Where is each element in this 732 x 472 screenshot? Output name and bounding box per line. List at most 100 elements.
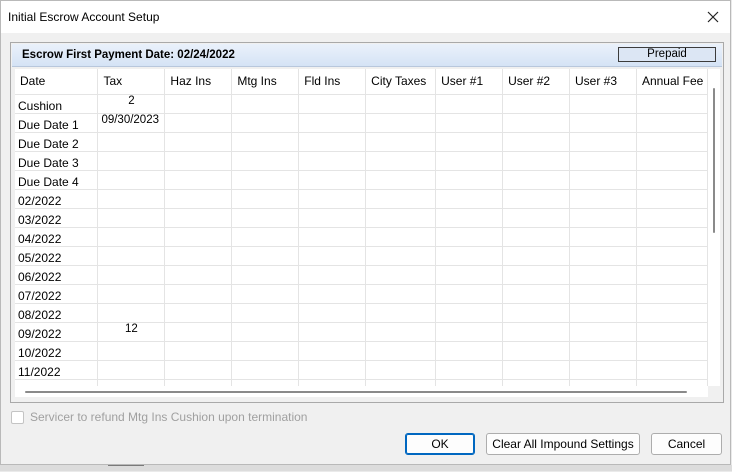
grid-cell[interactable] <box>435 189 504 209</box>
grid-cell[interactable] <box>231 151 300 171</box>
grid-cell[interactable] <box>569 284 637 304</box>
grid-cell[interactable] <box>636 265 708 285</box>
grid-cell[interactable] <box>365 132 437 152</box>
grid-cell[interactable] <box>365 113 437 133</box>
vertical-scroll-thumb[interactable] <box>713 88 715 233</box>
grid-cell[interactable] <box>435 227 504 247</box>
grid-cell[interactable] <box>636 113 708 133</box>
grid-cell[interactable] <box>502 94 571 114</box>
grid-cell[interactable] <box>569 151 637 171</box>
grid-cell[interactable] <box>569 94 637 114</box>
grid-cell[interactable] <box>231 113 300 133</box>
grid-cell[interactable] <box>231 94 300 114</box>
grid-cell[interactable] <box>569 360 637 380</box>
grid-cell[interactable] <box>97 265 166 285</box>
horizontal-scrollbar[interactable] <box>15 386 708 397</box>
grid-cell[interactable] <box>164 379 233 386</box>
column-header[interactable]: City Taxes <box>365 69 437 95</box>
grid-cell[interactable] <box>502 113 571 133</box>
grid-cell[interactable] <box>365 151 437 171</box>
grid-cell[interactable] <box>435 360 504 380</box>
grid-cell[interactable] <box>97 303 166 323</box>
grid-cell[interactable] <box>365 189 437 209</box>
grid-cell[interactable] <box>164 189 233 209</box>
grid-cell[interactable] <box>636 322 708 342</box>
grid-cell[interactable] <box>298 284 367 304</box>
grid-cell[interactable] <box>365 170 437 190</box>
grid-cell[interactable] <box>435 322 504 342</box>
grid-cell[interactable] <box>164 265 233 285</box>
column-header[interactable]: Fld Ins <box>298 69 367 95</box>
column-header[interactable]: Mtg Ins <box>231 69 300 95</box>
grid-cell[interactable] <box>435 208 504 228</box>
grid-cell[interactable] <box>231 265 300 285</box>
grid-cell[interactable] <box>97 284 166 304</box>
grid-cell[interactable] <box>164 341 233 361</box>
grid-cell[interactable] <box>231 246 300 266</box>
grid-cell[interactable] <box>435 94 504 114</box>
column-header[interactable]: Date <box>15 69 99 95</box>
grid-cell[interactable] <box>502 208 571 228</box>
grid-cell[interactable] <box>97 189 166 209</box>
grid-cell[interactable] <box>502 284 571 304</box>
grid-cell[interactable] <box>298 379 367 386</box>
grid-cell[interactable] <box>298 360 367 380</box>
grid-cell[interactable] <box>569 113 637 133</box>
grid-cell[interactable] <box>435 265 504 285</box>
grid-cell[interactable]: 12 <box>97 322 166 342</box>
grid-cell[interactable] <box>298 132 367 152</box>
grid-cell[interactable] <box>435 303 504 323</box>
grid-cell[interactable] <box>97 227 166 247</box>
grid-cell[interactable] <box>435 284 504 304</box>
grid-cell[interactable] <box>636 341 708 361</box>
grid-cell[interactable] <box>569 379 637 386</box>
grid-cell[interactable] <box>636 132 708 152</box>
grid-cell[interactable] <box>231 303 300 323</box>
grid-cell[interactable] <box>636 360 708 380</box>
grid-cell[interactable] <box>636 151 708 171</box>
grid-cell[interactable] <box>365 360 437 380</box>
grid-cell[interactable] <box>231 189 300 209</box>
grid-cell[interactable] <box>365 341 437 361</box>
grid-cell[interactable] <box>164 132 233 152</box>
grid-cell[interactable] <box>435 341 504 361</box>
prepaid-button[interactable]: Prepaid <box>618 47 716 62</box>
grid-cell[interactable] <box>502 227 571 247</box>
column-header[interactable]: Tax <box>97 69 166 95</box>
grid-cell[interactable] <box>298 94 367 114</box>
grid-cell[interactable] <box>298 170 367 190</box>
grid-cell[interactable] <box>164 113 233 133</box>
grid-cell[interactable] <box>569 170 637 190</box>
grid-cell[interactable] <box>97 360 166 380</box>
grid-cell[interactable] <box>164 360 233 380</box>
grid-cell[interactable] <box>502 303 571 323</box>
grid-cell[interactable] <box>97 379 166 386</box>
grid-cell[interactable] <box>231 208 300 228</box>
grid-cell[interactable] <box>569 189 637 209</box>
grid-cell[interactable] <box>569 303 637 323</box>
column-header[interactable]: User #2 <box>502 69 571 95</box>
grid-cell[interactable] <box>231 341 300 361</box>
grid-cell[interactable] <box>365 208 437 228</box>
ok-button[interactable]: OK <box>405 433 475 455</box>
grid-cell[interactable] <box>97 208 166 228</box>
grid-cell[interactable] <box>502 360 571 380</box>
grid-cell[interactable] <box>164 227 233 247</box>
grid-cell[interactable] <box>97 341 166 361</box>
grid-cell[interactable] <box>365 284 437 304</box>
grid-cell[interactable] <box>298 341 367 361</box>
grid-cell[interactable] <box>569 208 637 228</box>
grid-cell[interactable] <box>435 246 504 266</box>
horizontal-scroll-thumb[interactable] <box>25 391 687 393</box>
grid-cell[interactable] <box>298 322 367 342</box>
grid-cell[interactable] <box>231 360 300 380</box>
grid-cell[interactable] <box>298 265 367 285</box>
grid-cell[interactable] <box>502 132 571 152</box>
column-header[interactable]: Haz Ins <box>164 69 233 95</box>
grid-cell[interactable] <box>636 94 708 114</box>
grid-cell[interactable] <box>569 265 637 285</box>
grid-cell[interactable] <box>365 303 437 323</box>
grid-cell[interactable] <box>97 170 166 190</box>
column-header[interactable]: User #3 <box>569 69 637 95</box>
grid-cell[interactable] <box>435 132 504 152</box>
